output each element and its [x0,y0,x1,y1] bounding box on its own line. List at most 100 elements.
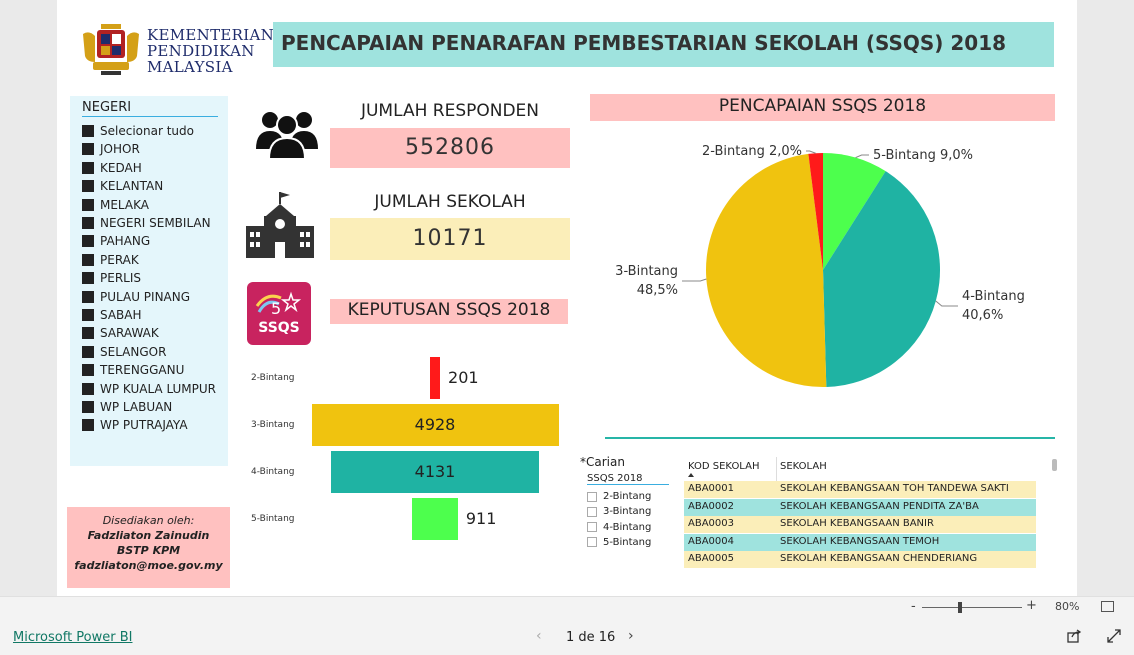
share-icon[interactable] [1066,628,1082,644]
pie-leader-line [806,150,816,154]
slicer-item-label: KELANTAN [100,179,164,194]
checkbox-unchecked-icon[interactable] [587,491,597,502]
checkbox-checked-icon[interactable] [82,419,94,432]
funnel-value: 4131 [414,462,456,481]
slicer-item[interactable]: TERENGGANU [82,363,184,377]
filter-option[interactable]: 2-Bintang [587,491,651,502]
cell-kod-sekolah: ABA0004 [688,535,734,547]
table-row[interactable]: ABA0004 SEKOLAH KEBANGSAAN TEMOH [684,533,1036,551]
table-row[interactable]: ABA0005 SEKOLAH KEBANGSAAN CHENDERIANG [684,551,1036,569]
slicer-item-label: WP LABUAN [100,400,173,414]
negeri-slicer[interactable]: NEGERI Selecionar tudo JOHOR KEDAH KELANTAN… [70,96,228,466]
filter-option[interactable]: 5-Bintang [587,537,651,548]
cell-kod-sekolah: ABA0002 [688,500,734,512]
slicer-item[interactable]: WP LABUAN [82,400,172,414]
slicer-item[interactable]: MELAKA [82,198,149,212]
ministry-line-2: PENDIDIKAN [147,42,255,60]
slicer-item[interactable]: NEGERI SEMBILAN [82,216,211,230]
slicer-item-label: WP PUTRAJAYA [100,418,188,433]
zoom-out-button[interactable]: - [911,599,916,614]
slicer-item-label: MELAKA [100,197,149,212]
funnel-bar[interactable] [412,498,458,540]
previous-page-button[interactable]: ‹ [536,628,542,644]
funnel-label: 3-Bintang [251,420,295,430]
slicer-item[interactable]: PERLIS [82,271,141,285]
slicer-item[interactable]: KEDAH [82,161,142,175]
slicer-item[interactable]: WP PUTRAJAYA [82,418,188,432]
slicer-item-label: WP KUALA LUMPUR [100,381,217,396]
checkbox-checked-icon[interactable] [82,125,94,137]
checkbox-checked-icon[interactable] [82,180,94,193]
checkbox-checked-icon[interactable] [82,143,94,156]
table-row[interactable]: ABA0001 SEKOLAH KEBANGSAAN TOH TANDEWA SA… [684,481,1036,498]
checkbox-checked-icon[interactable] [82,327,94,340]
footer-bar: Microsoft Power BI ‹ 1 de 16 › [0,618,1134,655]
checkbox-checked-icon[interactable] [82,217,94,229]
people-icon [256,112,318,160]
slicer-item[interactable]: JOHOR [82,142,140,156]
fit-to-page-icon[interactable] [1101,601,1114,612]
funnel-label: 2-Bintang [251,373,295,383]
slicer-item[interactable]: Selecionar tudo [82,124,194,138]
column-header-sekolah[interactable]: SEKOLAH [780,461,827,472]
checkbox-checked-icon[interactable] [82,272,94,285]
slicer-item[interactable]: SABAH [82,308,142,322]
slicer-item[interactable]: PAHANG [82,234,150,248]
funnel-bar[interactable] [429,357,441,399]
slicer-item-label: PULAU PINANG [100,289,191,304]
table-scrollbar[interactable] [1052,459,1057,471]
checkbox-checked-icon[interactable] [82,253,94,266]
checkbox-unchecked-icon[interactable] [587,506,597,517]
checkbox-unchecked-icon[interactable] [587,537,597,548]
slicer-item[interactable]: PULAU PINANG [82,290,190,304]
checkbox-checked-icon[interactable] [82,364,94,377]
checkbox-checked-icon[interactable] [82,309,94,321]
table-row[interactable]: ABA0002 SEKOLAH KEBANGSAAN PENDITA ZA'BA [684,498,1036,516]
filter-option[interactable]: 3-Bintang [587,506,651,517]
school-icon [246,192,314,258]
ministry-name: KEMENTERIAN PENDIDIKAN MALAYSIA [147,27,277,75]
filter-option[interactable]: 4-Bintang [587,522,651,533]
checkbox-checked-icon[interactable] [82,235,94,248]
checkbox-checked-icon[interactable] [82,345,94,358]
slicer-item-label: PERLIS [100,271,141,286]
funnel-value: 4928 [414,415,456,434]
column-header-kod[interactable]: KOD SEKOLAH [688,461,759,472]
zoom-slider-track[interactable] [922,607,1022,608]
cell-kod-sekolah: ABA0001 [688,483,734,494]
checkbox-checked-icon[interactable] [82,401,94,413]
pie-chart: 5-Bintang 9,0% 4-Bintang 40,6% 3-Bintang 48,… [615,144,1025,387]
pie-leader-line [855,154,869,159]
cell-sekolah: SEKOLAH KEBANGSAAN PENDITA ZA'BA [780,500,979,512]
slicer-item[interactable]: SARAWAK [82,326,159,340]
slicer-item-label: JOHOR [100,142,140,157]
filter-option-label: 4-Bintang [603,521,652,533]
responden-value: 552806 [330,128,570,168]
pie-title-bar: PENCAPAIAN SSQS 2018 [590,94,1055,121]
checkbox-checked-icon[interactable] [82,161,94,174]
fullscreen-icon[interactable] [1106,628,1122,644]
slicer-item-label: KEDAH [100,160,142,175]
ministry-line-3: MALAYSIA [147,58,233,76]
zoom-slider-thumb[interactable] [958,602,962,613]
prepared-by-label: Disediakan oleh: [102,514,195,527]
table-row[interactable]: ABA0003 SEKOLAH KEBANGSAAN BANIR [684,516,1036,534]
slicer-item[interactable]: PERAK [82,253,139,267]
pie-leader-line [682,278,707,282]
checkbox-checked-icon[interactable] [82,198,94,211]
slicer-item[interactable]: KELANTAN [82,179,163,193]
slicer-item[interactable]: WP KUALA LUMPUR [82,382,216,396]
author-name: Fadzliaton Zainudin [87,529,210,542]
zoom-in-button[interactable]: + [1026,598,1037,613]
ssqs-filter-title: SSQS 2018 [587,473,669,485]
cell-kod-sekolah: ABA0003 [688,518,734,530]
checkbox-checked-icon[interactable] [82,290,94,303]
checkbox-unchecked-icon[interactable] [587,522,597,533]
pie-slice[interactable] [705,153,827,387]
slicer-item[interactable]: SELANGOR [82,345,166,359]
next-page-button[interactable]: › [628,628,634,644]
checkbox-checked-icon[interactable] [82,382,94,395]
powerbi-link[interactable]: Microsoft Power BI [13,630,132,645]
zoom-bar: - + 80% [0,596,1134,618]
sekolah-label: JUMLAH SEKOLAH [374,192,526,212]
